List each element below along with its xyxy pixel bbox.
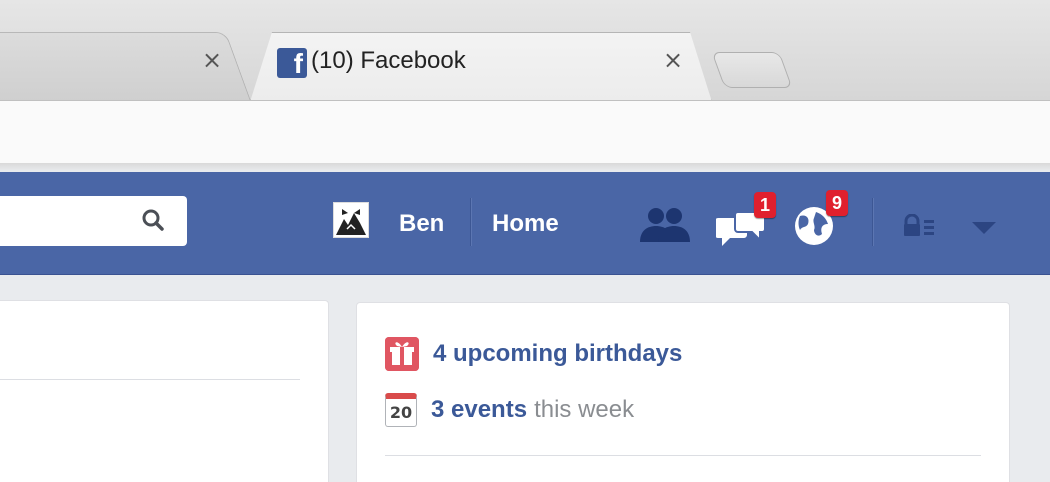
friend-requests-icon[interactable] <box>636 204 696 244</box>
toolbar-shadow <box>0 163 1050 171</box>
divider <box>385 455 981 456</box>
search-input[interactable] <box>0 196 187 246</box>
home-link[interactable]: Home <box>492 210 559 238</box>
search-icon[interactable] <box>141 208 165 232</box>
nav-divider <box>872 198 873 246</box>
facebook-favicon-icon: f <box>277 48 307 78</box>
events-reminder[interactable]: 20 3 events this week <box>385 393 634 427</box>
gift-icon <box>385 337 419 371</box>
birthdays-reminder[interactable]: 4 upcoming birthdays <box>385 337 682 371</box>
birthdays-link[interactable]: 4 upcoming birthdays <box>433 340 682 368</box>
browser-toolbar <box>0 100 1050 164</box>
facebook-header-bar: Ben Home 1 9 <box>0 172 1050 275</box>
tab-strip: × f (10) Facebook × <box>0 0 1050 100</box>
privacy-shortcuts-icon[interactable] <box>902 214 942 238</box>
profile-link[interactable]: Ben <box>399 210 444 238</box>
avatar[interactable] <box>333 202 369 238</box>
events-suffix: this week <box>534 396 635 423</box>
calendar-icon: 20 <box>385 393 417 427</box>
browser-window: × f (10) Facebook × Ben Home 1 9 4 upcom… <box>0 0 1050 482</box>
new-tab-button[interactable] <box>711 52 793 88</box>
nav-divider <box>470 198 471 246</box>
tab-title: (10) Facebook <box>311 47 466 74</box>
tab-close-icon[interactable]: × <box>202 48 222 72</box>
events-link[interactable]: 3 events <box>431 396 527 424</box>
messages-badge: 1 <box>754 192 776 218</box>
news-feed-pane <box>0 300 329 482</box>
tab-close-icon[interactable]: × <box>663 48 683 72</box>
avatar-image-icon <box>335 204 367 236</box>
account-menu-chevron-down-icon[interactable] <box>970 220 998 236</box>
notifications-badge: 9 <box>826 190 848 216</box>
reminders-pane: 4 upcoming birthdays 20 3 events this we… <box>356 302 1010 482</box>
divider <box>0 379 300 380</box>
